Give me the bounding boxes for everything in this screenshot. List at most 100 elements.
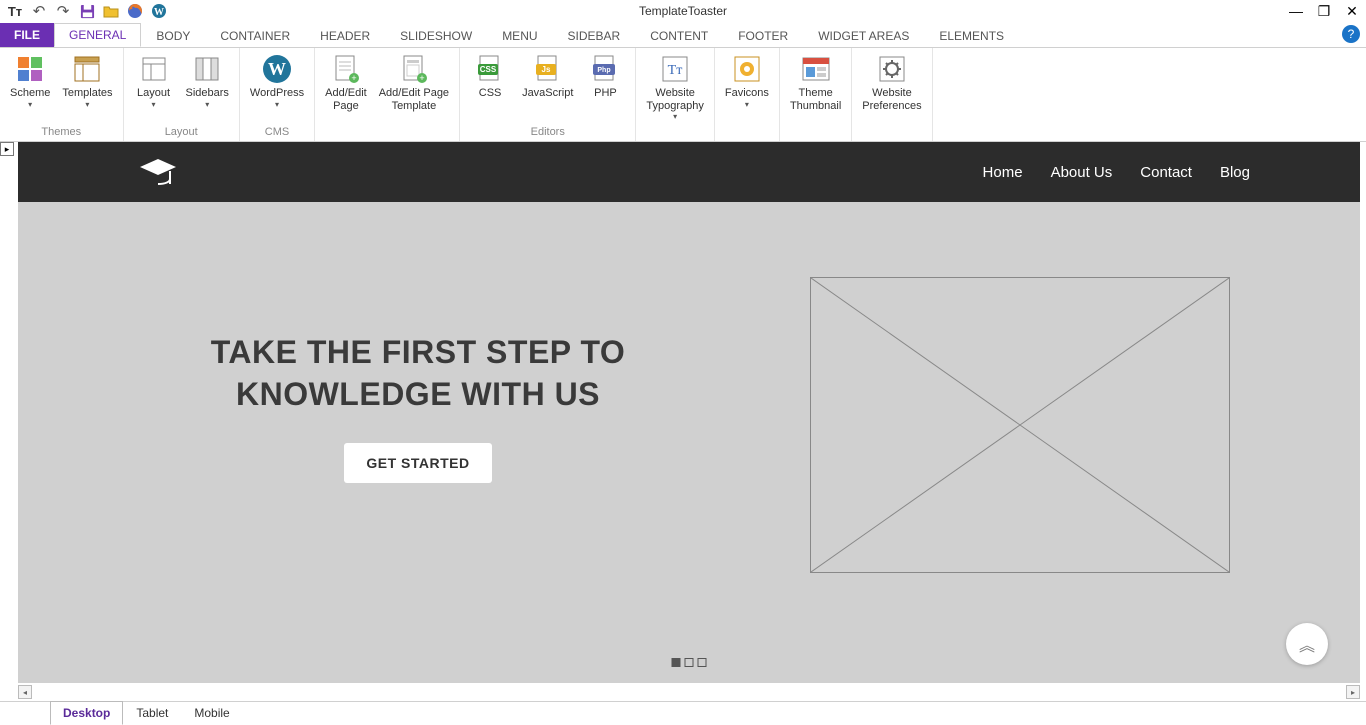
tab-menu[interactable]: MENU [487,23,552,47]
tab-sidebar[interactable]: SIDEBAR [553,23,636,47]
help-icon[interactable]: ? [1342,25,1360,43]
nav-contact[interactable]: Contact [1140,164,1192,181]
ribbon-group: Scheme▾Templates▾ Themes [0,48,124,141]
group-label [674,124,677,141]
svg-text:Php: Php [598,67,611,74]
save-icon[interactable] [78,2,96,20]
add-edit-page-template-icon: + [398,53,430,85]
dropdown-arrow-icon: ▾ [62,100,112,109]
nav-about-us[interactable]: About Us [1051,164,1113,181]
ribbon: Scheme▾Templates▾ThemesLayout▾Sidebars▾L… [0,48,1366,142]
open-icon[interactable] [102,2,120,20]
templates-button[interactable]: Templates▾ [56,50,118,113]
svg-text:+: + [419,73,424,83]
dropdown-arrow-icon: ▾ [137,100,170,109]
wordpress-icon: W [261,53,293,85]
redo-icon[interactable]: ↷ [54,2,72,20]
add-edit-page-icon: + [330,53,362,85]
favicons-icon [731,53,763,85]
device-tabs: DesktopTabletMobile [0,701,1366,725]
pager-dot-1[interactable] [672,658,681,667]
restore-button[interactable]: ❐ [1310,0,1338,22]
firefox-icon[interactable] [126,2,144,20]
nav-home[interactable]: Home [983,164,1023,181]
tab-header[interactable]: HEADER [305,23,385,47]
sidebars-button[interactable]: Sidebars▾ [180,50,235,113]
group-label: Themes [41,124,81,141]
templates-icon [71,53,103,85]
tab-body[interactable]: BODY [141,23,205,47]
favicons-button[interactable]: Favicons▾ [719,50,775,113]
expand-panel-icon[interactable]: ▸ [0,142,14,156]
ribbon-group: WebsitePreferences [852,48,932,141]
scroll-left-icon[interactable]: ◂ [18,685,32,699]
php-button[interactable]: PhpPHP [579,50,631,113]
tab-elements[interactable]: ELEMENTS [924,23,1019,47]
text-tool-icon[interactable]: Tт [6,2,24,20]
get-started-button[interactable]: GET STARTED [344,443,491,483]
svg-text:Tᴛ: Tᴛ [668,63,683,78]
nav-blog[interactable]: Blog [1220,164,1250,181]
css-button[interactable]: CSSCSS [464,50,516,113]
group-label: CMS [265,124,289,141]
theme-thumbnail-button[interactable]: ThemeThumbnail [784,50,847,113]
ribbon-group: Favicons▾ [715,48,780,141]
dropdown-arrow-icon: ▾ [646,112,703,121]
css-icon: CSS [474,53,506,85]
ribbon-group: WWordPress▾ CMS [240,48,315,141]
file-tab[interactable]: FILE [0,23,54,47]
minimize-button[interactable]: — [1282,0,1310,22]
pager-dot-2[interactable] [685,658,694,667]
close-button[interactable]: ✕ [1338,0,1366,22]
website-preferences-button[interactable]: WebsitePreferences [856,50,927,113]
ribbon-group: TᴛWebsiteTypography▾ [636,48,714,141]
tab-strip: FILE GENERALBODYCONTAINERHEADERSLIDESHOW… [0,22,1366,48]
website-preferences-icon [876,53,908,85]
tab-content[interactable]: CONTENT [635,23,723,47]
graduation-cap-icon [138,155,178,189]
scroll-top-button[interactable]: ︽ [1286,623,1328,665]
title-bar: Tт ↶ ↷ W TemplateToaster — ❐ ✕ [0,0,1366,22]
dropdown-arrow-icon: ▾ [10,100,50,109]
scheme-icon [14,53,46,85]
svg-text:W: W [268,59,286,79]
undo-icon[interactable]: ↶ [30,2,48,20]
layout-icon [138,53,170,85]
tab-container[interactable]: CONTAINER [205,23,305,47]
tab-general[interactable]: GENERAL [54,23,141,47]
wordpress-button[interactable]: WWordPress▾ [244,50,310,113]
device-tab-mobile[interactable]: Mobile [181,701,242,725]
website-typography-button[interactable]: TᴛWebsiteTypography▾ [640,50,709,121]
javascript-button[interactable]: JsJavaScript [516,50,579,113]
website-typography-icon: Tᴛ [659,53,691,85]
tab-footer[interactable]: FOOTER [723,23,803,47]
svg-text:Js: Js [541,65,550,74]
add-edit-page-template-button[interactable]: +Add/Edit PageTemplate [373,50,455,113]
group-label [890,124,893,141]
add-edit-page-button[interactable]: +Add/EditPage [319,50,373,113]
tab-slideshow[interactable]: SLIDESHOW [385,23,487,47]
javascript-icon: Js [532,53,564,85]
svg-text:CSS: CSS [480,65,497,74]
hero-heading: TAKE THE FIRST STEP TO KNOWLEDGE WITH US [168,332,668,415]
svg-text:W: W [154,7,164,18]
svg-text:+: + [351,73,356,83]
device-tab-tablet[interactable]: Tablet [123,701,181,725]
dropdown-arrow-icon: ▾ [250,100,304,109]
hero-section: TAKE THE FIRST STEP TO KNOWLEDGE WITH US… [18,202,1360,683]
scroll-right-icon[interactable]: ▸ [1346,685,1360,699]
preview-canvas[interactable]: Home About Us Contact Blog TAKE THE FIRST S… [18,142,1360,683]
image-placeholder[interactable] [810,277,1230,573]
horizontal-scrollbar[interactable]: ◂ ▸ [18,685,1360,699]
pager-dot-3[interactable] [698,658,707,667]
tab-widget-areas[interactable]: WIDGET AREAS [803,23,924,47]
device-tab-desktop[interactable]: Desktop [50,701,123,725]
hero-text: TAKE THE FIRST STEP TO KNOWLEDGE WITH US… [168,332,668,483]
slide-pager [672,658,707,667]
canvas-area: ▸ Home About Us Contact Blog TAKE THE FIRST… [0,142,1366,701]
scheme-button[interactable]: Scheme▾ [4,50,56,113]
wordpress-icon[interactable]: W [150,2,168,20]
dropdown-arrow-icon: ▾ [725,100,769,109]
layout-button[interactable]: Layout▾ [128,50,180,113]
group-label: Editors [531,124,565,141]
